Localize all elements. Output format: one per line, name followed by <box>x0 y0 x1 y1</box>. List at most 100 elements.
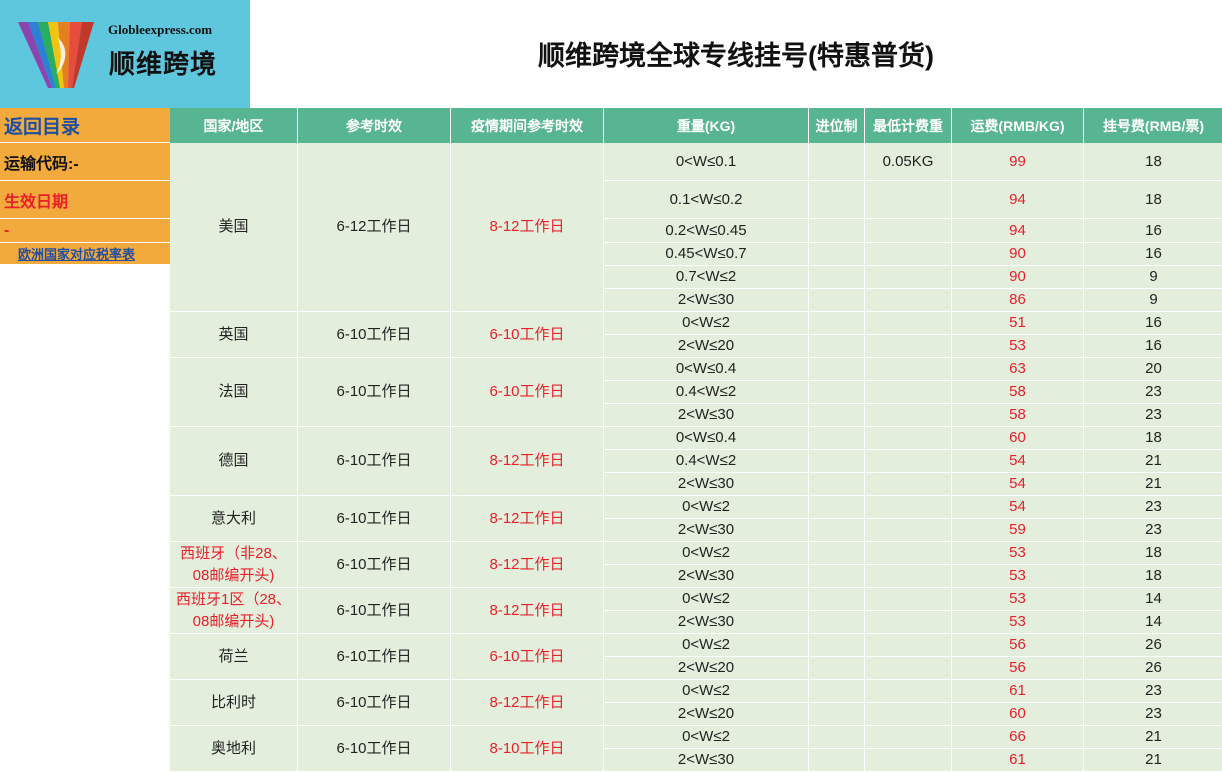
min-weight-cell <box>865 450 952 473</box>
weight-range-cell: 0<W≤2 <box>604 312 809 335</box>
logo-banner: Globleexpress.com 顺维跨境 <box>0 0 250 108</box>
ref-time-cell: 6-12工作日 <box>298 143 451 312</box>
freight-rate-cell: 60 <box>952 427 1084 450</box>
registration-fee-cell: 20 <box>1084 358 1222 381</box>
ref-time-cell: 6-10工作日 <box>298 542 451 588</box>
eu-tax-rate-link[interactable]: 欧洲国家对应税率表 <box>0 243 170 265</box>
rounding-cell <box>809 680 865 703</box>
logo-english-name: Globleexpress.com <box>108 22 213 37</box>
logo-mark-icon <box>18 22 94 88</box>
weight-range-cell: 0<W≤0.4 <box>604 427 809 450</box>
ref-time-cell: 6-10工作日 <box>298 427 451 496</box>
freight-rate-cell: 53 <box>952 542 1084 565</box>
min-weight-cell <box>865 358 952 381</box>
rounding-cell <box>809 565 865 588</box>
freight-rate-cell: 53 <box>952 565 1084 588</box>
back-to-index-link[interactable]: 返回目录 <box>0 108 170 143</box>
header-min-weight: 最低计费重 <box>865 108 952 143</box>
country-cell: 比利时 <box>170 680 298 726</box>
freight-rate-cell: 94 <box>952 181 1084 219</box>
registration-fee-cell: 23 <box>1084 680 1222 703</box>
weight-range-cell: 0<W≤0.4 <box>604 358 809 381</box>
min-weight-cell <box>865 312 952 335</box>
min-weight-cell <box>865 404 952 427</box>
weight-range-cell: 0.4<W≤2 <box>604 450 809 473</box>
transport-code-label: 运输代码:- <box>0 143 170 181</box>
freight-rate-cell: 59 <box>952 519 1084 542</box>
rounding-cell <box>809 450 865 473</box>
weight-range-cell: 0<W≤2 <box>604 634 809 657</box>
weight-range-cell: 0.4<W≤2 <box>604 381 809 404</box>
weight-range-cell: 0<W≤2 <box>604 588 809 611</box>
registration-fee-cell: 18 <box>1084 143 1222 181</box>
weight-range-cell: 2<W≤30 <box>604 611 809 634</box>
min-weight-cell <box>865 219 952 243</box>
ref-time-cell: 6-10工作日 <box>298 634 451 680</box>
freight-rate-cell: 86 <box>952 289 1084 312</box>
country-cell: 英国 <box>170 312 298 358</box>
ref-time-cell: 6-10工作日 <box>298 358 451 427</box>
rounding-cell <box>809 219 865 243</box>
registration-fee-cell: 21 <box>1084 749 1222 772</box>
registration-fee-cell: 21 <box>1084 450 1222 473</box>
freight-rate-cell: 51 <box>952 312 1084 335</box>
freight-rate-cell: 56 <box>952 634 1084 657</box>
registration-fee-cell: 23 <box>1084 496 1222 519</box>
covid-time-cell: 8-12工作日 <box>451 496 604 542</box>
registration-fee-cell: 16 <box>1084 335 1222 358</box>
registration-fee-cell: 26 <box>1084 657 1222 680</box>
freight-rate-cell: 58 <box>952 404 1084 427</box>
freight-rate-cell: 66 <box>952 726 1084 749</box>
rounding-cell <box>809 289 865 312</box>
rounding-cell <box>809 243 865 266</box>
ref-time-cell: 6-10工作日 <box>298 680 451 726</box>
min-weight-cell <box>865 496 952 519</box>
registration-fee-cell: 23 <box>1084 404 1222 427</box>
weight-range-cell: 0.7<W≤2 <box>604 266 809 289</box>
ref-time-cell: 6-10工作日 <box>298 726 451 772</box>
country-cell: 意大利 <box>170 496 298 542</box>
covid-time-cell: 8-10工作日 <box>451 726 604 772</box>
weight-range-cell: 2<W≤30 <box>604 289 809 312</box>
min-weight-cell <box>865 289 952 312</box>
registration-fee-cell: 16 <box>1084 312 1222 335</box>
weight-range-cell: 2<W≤30 <box>604 519 809 542</box>
freight-rate-cell: 53 <box>952 611 1084 634</box>
covid-time-cell: 8-12工作日 <box>451 680 604 726</box>
min-weight-cell <box>865 473 952 496</box>
weight-range-cell: 2<W≤30 <box>604 473 809 496</box>
covid-time-cell: 6-10工作日 <box>451 312 604 358</box>
min-weight-cell <box>865 611 952 634</box>
freight-rate-cell: 61 <box>952 680 1084 703</box>
min-weight-cell <box>865 519 952 542</box>
min-weight-cell <box>865 749 952 772</box>
weight-range-cell: 0<W≤2 <box>604 726 809 749</box>
registration-fee-cell: 9 <box>1084 266 1222 289</box>
freight-rate-cell: 61 <box>952 749 1084 772</box>
registration-fee-cell: 14 <box>1084 588 1222 611</box>
weight-range-cell: 0<W≤0.1 <box>604 143 809 181</box>
header-covid-time: 疫情期间参考时效 <box>451 108 604 143</box>
header-registration-fee: 挂号费(RMB/票) <box>1084 108 1222 143</box>
country-cell: 美国 <box>170 143 298 312</box>
rounding-cell <box>809 335 865 358</box>
ref-time-cell: 6-10工作日 <box>298 588 451 634</box>
registration-fee-cell: 21 <box>1084 726 1222 749</box>
rounding-cell <box>809 404 865 427</box>
registration-fee-cell: 21 <box>1084 473 1222 496</box>
weight-range-cell: 2<W≤20 <box>604 703 809 726</box>
rounding-cell <box>809 496 865 519</box>
min-weight-cell <box>865 266 952 289</box>
rounding-cell <box>809 312 865 335</box>
min-weight-cell <box>865 680 952 703</box>
weight-range-cell: 0.1<W≤0.2 <box>604 181 809 219</box>
freight-rate-cell: 60 <box>952 703 1084 726</box>
registration-fee-cell: 18 <box>1084 427 1222 450</box>
rate-table: 国家/地区 参考时效 疫情期间参考时效 重量(KG) 进位制 最低计费重 运费(… <box>170 108 1222 772</box>
weight-range-cell: 2<W≤20 <box>604 657 809 680</box>
registration-fee-cell: 26 <box>1084 634 1222 657</box>
weight-range-cell: 0<W≤2 <box>604 496 809 519</box>
registration-fee-cell: 23 <box>1084 519 1222 542</box>
freight-rate-cell: 94 <box>952 219 1084 243</box>
rounding-cell <box>809 726 865 749</box>
